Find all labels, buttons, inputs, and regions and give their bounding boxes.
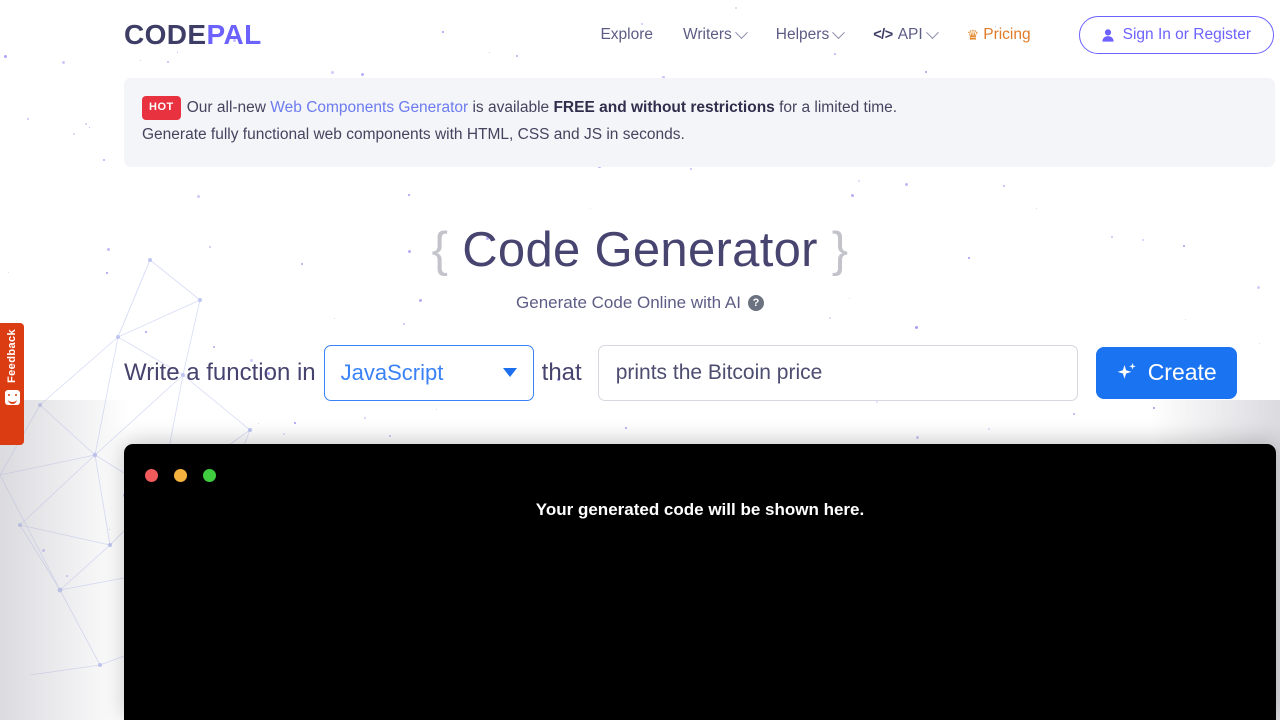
- background-dot: [145, 331, 148, 334]
- background-dot: [388, 434, 391, 437]
- promo-text-post: for a limited time.: [774, 99, 898, 116]
- background-dot: [73, 132, 76, 135]
- code-brackets-icon: </>: [873, 27, 893, 43]
- background-dot: [625, 427, 628, 430]
- code-output-panel: Your generated code will be shown here.: [124, 444, 1276, 720]
- nav-label-writers: Writers: [683, 26, 732, 43]
- background-dot: [876, 401, 879, 404]
- background-dot: [904, 183, 908, 187]
- background-dot: [1002, 184, 1005, 187]
- form-prefix-label: Write a function in: [124, 358, 316, 386]
- nav-label-explore: Explore: [600, 26, 653, 43]
- sparkle-icon: [1117, 362, 1136, 379]
- prompt-input[interactable]: [597, 344, 1078, 401]
- left-edge-shadow: [0, 400, 130, 720]
- background-dot: [1153, 406, 1156, 409]
- promo-text-strong: FREE and without restrictions: [553, 99, 775, 116]
- nav-item-api[interactable]: </> API: [873, 25, 939, 44]
- hot-badge: HOT: [142, 95, 181, 120]
- background-dot: [197, 195, 201, 199]
- background-dot: [1184, 319, 1186, 321]
- chevron-down-icon: [502, 368, 517, 378]
- close-dot[interactable]: [145, 469, 158, 482]
- background-dot: [333, 318, 335, 320]
- background-dot: [916, 436, 920, 440]
- hero-section: { Code Generator } Generate Code Online …: [0, 225, 1280, 312]
- feedback-label: Feedback: [5, 329, 18, 383]
- main-navigation: Explore Writers Helpers </> API ♛ Pricin…: [600, 16, 1274, 54]
- hero-subtitle-text: Generate Code Online with AI: [516, 292, 741, 312]
- nav-label-pricing: Pricing: [983, 26, 1031, 43]
- logo-text-code: CODE: [124, 19, 207, 50]
- background-dot: [828, 317, 831, 320]
- background-dot: [589, 208, 591, 210]
- background-dot: [857, 180, 860, 183]
- background-dot: [1072, 413, 1075, 416]
- help-icon[interactable]: ?: [747, 294, 764, 311]
- background-dot: [690, 168, 693, 171]
- chevron-down-icon: [734, 25, 748, 39]
- background-dot: [42, 549, 46, 553]
- web-components-generator-link[interactable]: Web Components Generator: [270, 99, 468, 116]
- background-dot: [331, 71, 335, 75]
- nav-item-explore[interactable]: Explore: [600, 26, 653, 44]
- background-dot: [407, 193, 410, 196]
- feedback-tab[interactable]: Feedback: [0, 323, 24, 445]
- brand-logo[interactable]: CODEPAL: [124, 19, 262, 51]
- nav-label-api: API: [897, 26, 923, 43]
- sign-in-or-register-button[interactable]: Sign In or Register: [1078, 16, 1274, 54]
- promo-text-line2: Generate fully functional web components…: [142, 125, 685, 143]
- promo-banner: HOT Our all-new Web Components Generator …: [124, 78, 1275, 168]
- brace-close: }: [831, 223, 849, 278]
- nav-item-writers[interactable]: Writers: [683, 25, 748, 44]
- nav-item-pricing[interactable]: ♛ Pricing: [967, 26, 1031, 44]
- chevron-down-icon: [925, 25, 939, 39]
- nav-label-helpers: Helpers: [775, 26, 830, 43]
- background-dot: [89, 126, 91, 128]
- background-dot: [102, 159, 105, 162]
- create-button-label: Create: [1147, 359, 1217, 386]
- background-dot: [360, 73, 364, 77]
- form-middle-label: that: [541, 358, 582, 386]
- background-dot: [283, 433, 285, 436]
- background-dot: [1035, 208, 1037, 210]
- background-dot: [26, 118, 29, 121]
- code-placeholder-text: Your generated code will be shown here.: [535, 500, 865, 519]
- maximize-dot[interactable]: [203, 469, 216, 482]
- window-control-dots: [145, 469, 216, 482]
- page-title: { Code Generator }: [0, 225, 1280, 276]
- promo-text-pre: Our all-new: [186, 99, 271, 116]
- crown-icon: ♛: [966, 26, 980, 43]
- create-button[interactable]: Create: [1095, 346, 1237, 399]
- background-dot: [84, 123, 87, 126]
- person-icon: [1102, 28, 1114, 42]
- logo-text-pal: PAL: [206, 19, 262, 50]
- hero-subtitle: Generate Code Online with AI ?: [516, 293, 764, 313]
- background-dot: [925, 70, 928, 73]
- background-dot: [258, 423, 260, 425]
- smiley-face-icon: [4, 389, 20, 405]
- chevron-down-icon: [832, 25, 846, 39]
- background-dot: [914, 326, 918, 330]
- background-dot: [436, 409, 438, 411]
- background-dot: [403, 322, 406, 325]
- site-header: CODEPAL Explore Writers Helpers </> API …: [0, 0, 1280, 70]
- language-select-value: JavaScript: [340, 359, 444, 385]
- minimize-dot[interactable]: [174, 469, 187, 482]
- code-generator-form: Write a function in JavaScript that Crea…: [0, 344, 1280, 401]
- nav-item-helpers[interactable]: Helpers: [775, 25, 846, 44]
- background-dot: [293, 421, 296, 424]
- background-dot: [66, 575, 69, 578]
- language-select[interactable]: JavaScript: [323, 344, 534, 401]
- background-dot: [364, 417, 367, 420]
- background-dot: [109, 529, 111, 531]
- sign-in-label: Sign In or Register: [1122, 26, 1251, 43]
- brace-open: {: [431, 223, 449, 278]
- promo-text-mid: is available: [468, 99, 554, 116]
- page-title-text: Code Generator: [462, 223, 818, 278]
- background-dot: [851, 194, 855, 198]
- background-dot: [988, 427, 991, 430]
